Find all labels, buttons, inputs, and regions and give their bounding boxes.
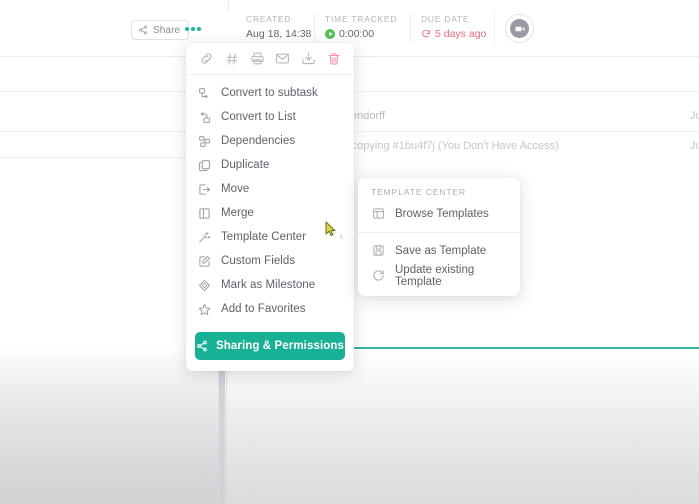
menu-item-label: Convert to subtask <box>221 87 318 99</box>
share-button[interactable]: Share <box>131 20 190 40</box>
meta-time-tracked[interactable]: TIME TRACKED 0:00:00 <box>325 14 397 40</box>
dependencies-icon <box>197 134 211 148</box>
meta-created: CREATED Aug 18, 14:38 <box>246 14 311 40</box>
meta-time-tracked-label: TIME TRACKED <box>325 14 398 24</box>
meta-due-date-value: 5 days ago <box>421 28 486 40</box>
email-icon[interactable] <box>274 50 292 68</box>
meta-created-value: Aug 18, 14:38 <box>246 28 311 40</box>
activity-description: by copying #1bu4f7j (You Don't Have Acce… <box>337 140 559 152</box>
dot <box>185 27 189 31</box>
submenu-item-save-as-template[interactable]: Save as Template <box>358 238 520 263</box>
menu-item-add-to-favorites[interactable]: Add to Favorites <box>186 297 354 321</box>
context-menu-icon-row <box>186 43 354 75</box>
sharing-permissions-label: Sharing & Permissions <box>216 340 344 352</box>
submenu-title: TEMPLATE CENTER <box>371 187 467 197</box>
template-center-submenu: TEMPLATE CENTER Browse Templates Save as… <box>358 178 520 296</box>
menu-item-merge[interactable]: Merge <box>186 201 354 225</box>
convert-subtask-icon <box>197 86 211 100</box>
panel-divider-secondary <box>226 352 227 504</box>
submenu-item-label: Browse Templates <box>395 207 489 220</box>
play-circle-icon[interactable] <box>325 29 335 39</box>
meta-due-date-label: DUE DATE <box>421 14 470 24</box>
task-id-icon[interactable] <box>223 50 241 68</box>
context-menu-items: Convert to subtask Convert to List Depen… <box>186 75 354 328</box>
menu-item-dependencies[interactable]: Dependencies <box>186 129 354 153</box>
share-icon <box>196 340 208 352</box>
copy-link-icon[interactable] <box>197 50 215 68</box>
star-icon <box>197 302 211 316</box>
header-divider <box>228 0 229 12</box>
chevron-right-icon: › <box>339 230 343 243</box>
meta-separator <box>494 14 495 42</box>
avatar[interactable] <box>505 14 534 43</box>
menu-item-label: Add to Favorites <box>221 303 306 315</box>
menu-item-custom-fields[interactable]: Custom Fields <box>186 249 354 273</box>
dot <box>191 27 195 31</box>
submenu-item-label: Save as Template <box>395 244 487 257</box>
meta-due-date[interactable]: DUE DATE 5 days ago <box>421 14 486 40</box>
menu-item-label: Merge <box>221 207 254 219</box>
milestone-icon <box>197 278 211 292</box>
meta-separator <box>410 14 411 42</box>
trash-icon[interactable] <box>325 50 343 68</box>
browse-templates-icon <box>371 207 385 221</box>
activity-timestamp: Ju <box>690 110 699 122</box>
template-center-icon <box>197 230 211 244</box>
meta-created-text: Aug 18, 14:38 <box>246 28 312 40</box>
more-dots-icon[interactable] <box>183 22 203 36</box>
share-button-label: Share <box>153 24 181 36</box>
custom-fields-icon <box>197 254 211 268</box>
submenu-item-browse-templates[interactable]: Browse Templates <box>358 201 520 226</box>
submenu-divider <box>358 232 520 233</box>
menu-item-label: Move <box>221 183 250 195</box>
move-icon <box>197 182 211 196</box>
comment-input-field[interactable] <box>0 463 202 487</box>
menu-item-move[interactable]: Move <box>186 177 354 201</box>
menu-item-label: Mark as Milestone <box>221 279 316 291</box>
meta-time-tracked-text: 0:00:00 <box>339 28 375 40</box>
print-icon[interactable] <box>248 50 266 68</box>
submenu-item-update-existing-template[interactable]: Update existing Template <box>358 263 520 288</box>
meta-created-label: CREATED <box>246 14 292 24</box>
save-template-icon <box>371 244 385 258</box>
scrollbar-thumb[interactable] <box>219 352 225 504</box>
share-icon <box>138 25 148 35</box>
meta-time-tracked-value: 0:00:00 <box>325 28 397 40</box>
duplicate-icon <box>197 158 211 172</box>
menu-item-convert-to-list[interactable]: Convert to List <box>186 105 354 129</box>
task-context-menu: Convert to subtask Convert to List Depen… <box>186 43 354 371</box>
menu-item-mark-as-milestone[interactable]: Mark as Milestone <box>186 273 354 297</box>
merge-icon <box>197 206 211 220</box>
submenu-item-label: Update existing Template <box>395 263 475 288</box>
recurring-icon <box>421 29 431 39</box>
menu-item-duplicate[interactable]: Duplicate <box>186 153 354 177</box>
meta-separator <box>314 14 315 42</box>
activity-timestamp: Ju <box>690 140 699 152</box>
menu-item-label: Convert to List <box>221 111 296 123</box>
convert-list-icon <box>197 110 211 124</box>
menu-item-label: Dependencies <box>221 135 296 147</box>
menu-item-label: Template Center <box>221 231 307 243</box>
menu-item-label: Custom Fields <box>221 255 296 267</box>
dot <box>197 27 201 31</box>
video-camera-icon <box>510 19 529 38</box>
archive-icon[interactable] <box>299 50 317 68</box>
menu-item-convert-to-subtask[interactable]: Convert to subtask <box>186 81 354 105</box>
meta-due-date-text: 5 days ago <box>435 28 487 40</box>
app-root: Share CREATED Aug 18, 14:38 TIME TRACKED… <box>0 0 699 504</box>
sharing-permissions-button[interactable]: Sharing & Permissions <box>195 332 345 360</box>
refresh-icon <box>371 269 385 283</box>
menu-item-label: Duplicate <box>221 159 270 171</box>
menu-item-template-center[interactable]: Template Center › <box>186 225 354 249</box>
